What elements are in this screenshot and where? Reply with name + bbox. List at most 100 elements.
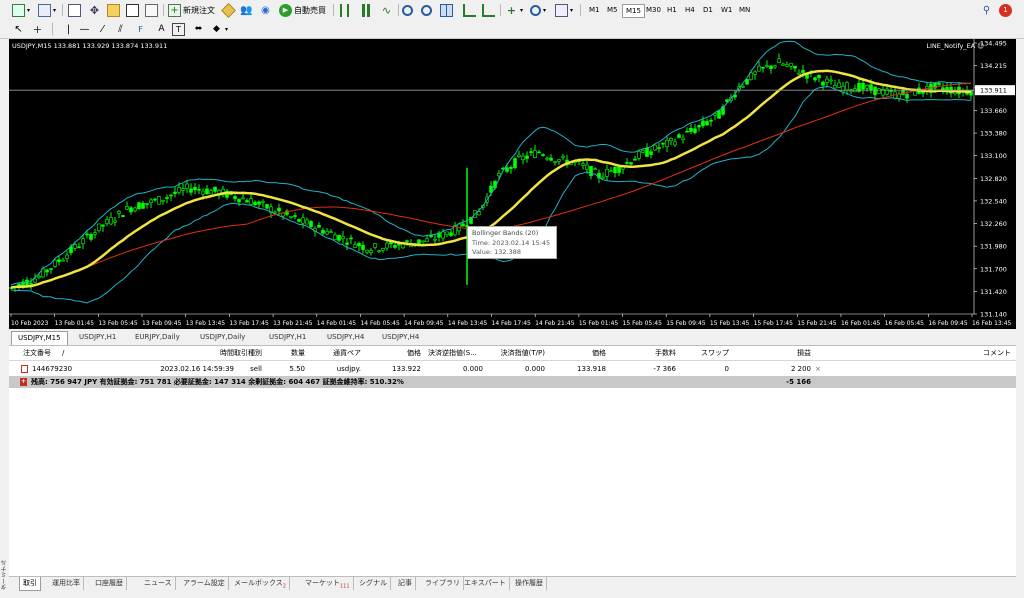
shapes-dropdown[interactable]: ◆ ▾	[210, 22, 228, 36]
close-order-icon[interactable]: ×	[815, 363, 821, 375]
zoom-out-button[interactable]	[421, 3, 432, 17]
balance-expand-icon[interactable]: +	[20, 378, 27, 386]
arrows-tool[interactable]: ⬌	[192, 22, 205, 36]
tab-signals[interactable]: シグナル	[356, 577, 391, 590]
col-commission[interactable]: 手数料	[639, 346, 676, 360]
text-label-tool[interactable]: T	[172, 22, 185, 36]
tab-trade[interactable]: 取引	[19, 577, 41, 591]
fibonacci-tool[interactable]: F	[134, 22, 147, 36]
terminal-tabs: 取引 運用比率 口座履歴 ニュース アラーム設定 メールボックス2 マーケット1…	[9, 576, 1016, 591]
order-stop-loss[interactable]: 0.000	[439, 363, 483, 375]
tester-button[interactable]	[145, 3, 158, 17]
col-symbol[interactable]: 通貨ペア	[319, 346, 361, 360]
timeframe-w1[interactable]: W1	[718, 4, 735, 16]
search-button[interactable]: ⚲	[980, 3, 993, 17]
auto-trading-button[interactable]: ▶ 自動売買	[279, 3, 326, 17]
col-take-profit[interactable]: 決済指値(T/P)	[489, 346, 545, 360]
chart-tab-usdjpy-h4[interactable]: USDJPY,H4	[321, 331, 370, 344]
cursor-tool[interactable]: ↖	[12, 22, 25, 36]
window-icon	[68, 3, 81, 17]
col-order[interactable]: 注文番号	[23, 346, 51, 360]
order-take-profit[interactable]: 0.000	[499, 363, 545, 375]
periods-button[interactable]: ▾	[530, 3, 546, 17]
col-price[interactable]: 価格	[389, 346, 421, 360]
tab-library[interactable]: ライブラリ	[422, 577, 464, 590]
tab-market[interactable]: マーケット111	[302, 577, 354, 590]
timeframe-d1[interactable]: D1	[700, 4, 716, 16]
bar-chart-button[interactable]	[340, 3, 349, 17]
col-profit[interactable]: 損益	[779, 346, 811, 360]
fibonacci-icon: F	[138, 24, 143, 34]
candlestick-button[interactable]	[360, 3, 373, 17]
tab-news[interactable]: ニュース	[141, 577, 176, 590]
crosshair-tool[interactable]: +	[31, 22, 44, 36]
tab-exposure[interactable]: 運用比率	[49, 577, 84, 590]
horizontal-line-tool[interactable]: —	[78, 22, 91, 36]
chart-tab-eurjpy-daily[interactable]: EURJPY,Daily	[129, 331, 186, 344]
auto-scroll-button[interactable]	[482, 3, 495, 17]
candle-body	[385, 242, 389, 249]
candle-body	[149, 199, 153, 204]
trade-row[interactable]: 144679230 2023.02.16 14:59:39 sell 5.50 …	[9, 363, 1016, 375]
line-chart-button[interactable]: ∿	[380, 3, 393, 17]
community-button[interactable]: 👥	[240, 3, 253, 17]
trendline-tool[interactable]: ⁄	[96, 22, 109, 36]
chart-tab-usdjpy-m15[interactable]: USDJPY,M15	[11, 331, 68, 345]
metaeditor-button[interactable]	[221, 2, 236, 18]
tab-mailbox[interactable]: メールボックス2	[231, 577, 290, 590]
col-current-price[interactable]: 価格	[569, 346, 606, 360]
tab-articles[interactable]: 記事	[395, 577, 416, 590]
timeframe-m15[interactable]: M15	[622, 4, 645, 18]
timeframe-m30[interactable]: M30	[643, 4, 664, 16]
chart-tab-usdjpy-h1[interactable]: USDJPY,H1	[73, 331, 122, 344]
templates-button[interactable]: ▾	[555, 3, 573, 17]
chart-tab-usdjpy-daily[interactable]: USDJPY,Daily	[194, 331, 251, 344]
timeframe-m1[interactable]: M1	[586, 4, 603, 16]
col-type[interactable]: 取引種別	[224, 346, 262, 360]
channel-tool[interactable]: ⫽	[114, 22, 127, 36]
candle-body	[209, 190, 213, 195]
price-chart[interactable]: 134.495134.215133.940133.660133.380133.1…	[9, 39, 1016, 329]
main-toolbar: ▾ ▾ ✥ + 新規注文 👥 ◉ ▶ 自動売買 ∿ + ▾ ▾ ▾ M1 M5 M15…	[0, 0, 1024, 21]
tab-journal[interactable]: 操作履歴	[512, 577, 547, 590]
timeframe-m5[interactable]: M5	[604, 4, 621, 16]
col-stop-loss[interactable]: 決済逆指値(S...	[428, 346, 477, 360]
market-watch-button[interactable]	[68, 3, 81, 17]
timeframe-h1[interactable]: H1	[664, 4, 680, 16]
current-price-label: 133.911	[980, 87, 1007, 95]
zoom-in-button[interactable]	[402, 3, 413, 17]
col-comment[interactable]: コメント	[969, 346, 1011, 360]
notifications-button[interactable]: 1	[999, 3, 1012, 17]
tab-experts[interactable]: エキスパート	[461, 577, 510, 590]
time-tick-label: 10 Feb 2023	[11, 320, 49, 327]
candle-body	[81, 238, 85, 244]
chart-shift-button[interactable]	[463, 3, 476, 17]
candle-body	[525, 155, 529, 159]
chart-tab-usdjpy-h1-2[interactable]: USDJPY,H1	[263, 331, 312, 344]
tab-account-history[interactable]: 口座履歴	[92, 577, 127, 590]
tile-windows-button[interactable]	[440, 3, 453, 17]
candle-body	[341, 236, 345, 240]
navigator-button[interactable]: ✥	[88, 3, 101, 17]
new-chart-button[interactable]: ▾	[12, 3, 30, 17]
toolbar-separator	[500, 4, 501, 16]
candle-body	[609, 170, 613, 172]
timeframe-mn[interactable]: MN	[736, 4, 753, 16]
col-swap[interactable]: スワップ	[689, 346, 729, 360]
candle-body	[265, 204, 269, 209]
chart-tab-usdjpy-h4-2[interactable]: USDJPY,H4	[376, 331, 425, 344]
price-tick-label: 134.215	[980, 62, 1007, 70]
data-window-button[interactable]	[107, 3, 120, 17]
terminal-button[interactable]	[126, 3, 139, 17]
indicators-button[interactable]: + ▾	[505, 3, 523, 17]
new-order-button[interactable]: + 新規注文	[168, 3, 215, 17]
signals-button[interactable]: ◉	[259, 3, 272, 17]
timeframe-h4[interactable]: H4	[682, 4, 698, 16]
profiles-button[interactable]: ▾	[38, 3, 56, 17]
tab-alerts[interactable]: アラーム設定	[180, 577, 229, 590]
text-tool[interactable]: A	[155, 22, 168, 36]
col-volume[interactable]: 数量	[269, 346, 305, 360]
vertical-line-tool[interactable]: |	[62, 22, 75, 36]
candle-body	[581, 163, 585, 166]
col-time[interactable]: 時間	[159, 346, 234, 360]
